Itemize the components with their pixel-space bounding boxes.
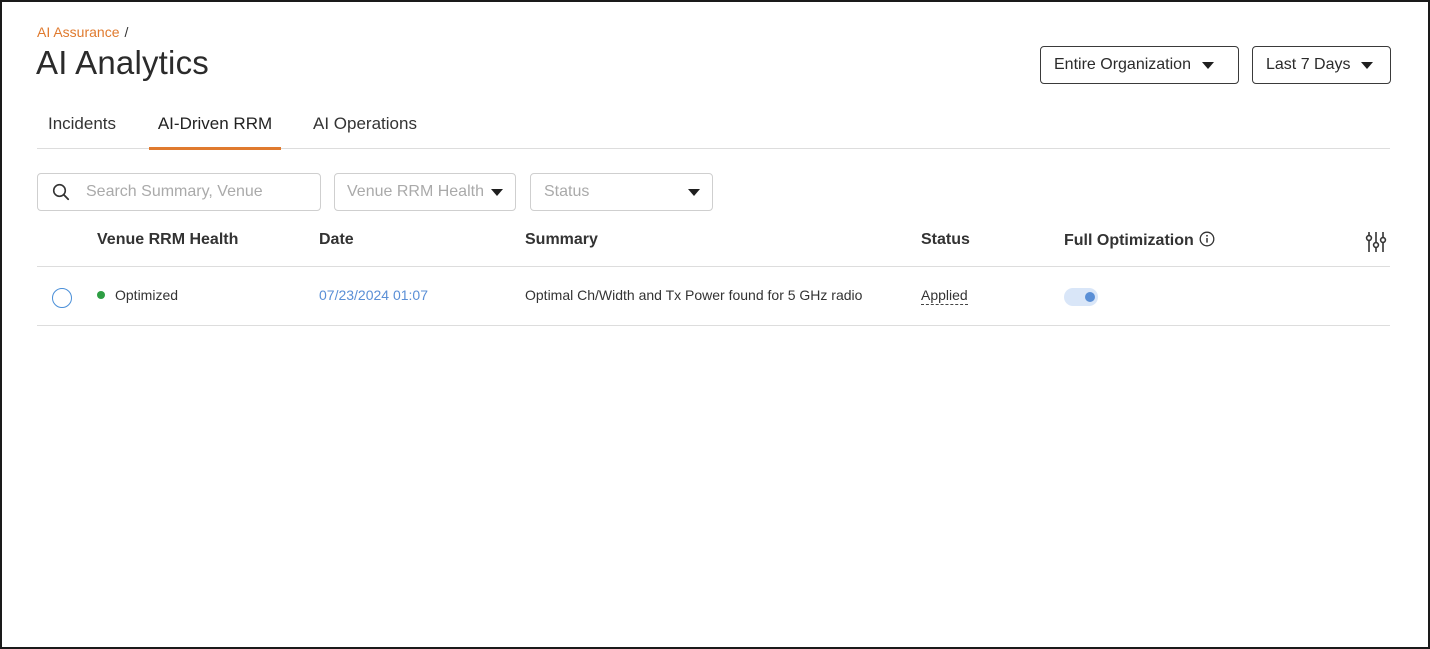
chevron-down-icon (688, 189, 700, 196)
column-header-status[interactable]: Status (921, 231, 970, 249)
column-header-date[interactable]: Date (319, 231, 354, 249)
column-header-summary[interactable]: Summary (525, 231, 598, 249)
breadcrumb-ai-assurance[interactable]: AI Assurance (37, 24, 120, 40)
column-header-venue-rrm-health[interactable]: Venue RRM Health (97, 231, 238, 249)
tab-incidents[interactable]: Incidents (37, 106, 127, 149)
table-row[interactable]: Optimized 07/23/2024 01:07 Optimal Ch/Wi… (37, 268, 1390, 326)
date-link[interactable]: 07/23/2024 01:07 (319, 287, 428, 303)
status-filter[interactable]: Status (530, 173, 713, 211)
column-header-full-optimization[interactable]: Full Optimization (1064, 231, 1215, 250)
info-icon[interactable] (1199, 231, 1215, 247)
optimized-status-dot (97, 291, 105, 299)
analytics-tabs: Incidents AI-Driven RRM AI Operations (37, 106, 1390, 150)
status-filter-placeholder: Status (544, 183, 590, 200)
full-optimization-toggle[interactable] (1064, 288, 1098, 306)
venue-rrm-health-filter-placeholder: Venue RRM Health (347, 183, 484, 200)
chevron-down-icon (1361, 61, 1374, 69)
chevron-down-icon (1201, 61, 1214, 69)
row-select-radio[interactable] (52, 288, 72, 308)
page-title: AI Analytics (36, 44, 209, 81)
date-range-selector[interactable]: Last 7 Days (1252, 46, 1391, 84)
breadcrumb: AI Assurance / (37, 23, 128, 41)
venue-rrm-health-filter[interactable]: Venue RRM Health (334, 173, 516, 211)
summary-cell: Optimal Ch/Width and Tx Power found for … (525, 287, 863, 303)
tab-ai-driven-rrm[interactable]: AI-Driven RRM (149, 106, 281, 150)
breadcrumb-separator: / (124, 24, 129, 40)
app-frame: AI Assurance / AI Analytics Entire Organi… (0, 0, 1430, 649)
full-optimization-label: Full Optimization (1064, 232, 1194, 249)
chevron-down-icon (491, 189, 503, 196)
settings-sliders-icon[interactable] (1364, 230, 1388, 254)
search-box (37, 173, 321, 211)
organization-selector[interactable]: Entire Organization (1040, 46, 1239, 84)
date-range-selector-label: Last 7 Days (1266, 56, 1351, 73)
venue-rrm-health-cell: Optimized (97, 287, 178, 303)
tab-ai-operations[interactable]: AI Operations (305, 106, 425, 149)
venue-rrm-health-value: Optimized (115, 287, 179, 303)
search-input[interactable] (84, 182, 304, 202)
organization-selector-label: Entire Organization (1054, 56, 1191, 73)
status-applied-tooltip-trigger[interactable]: Applied (921, 287, 968, 305)
table-header: Venue RRM Health Date Summary Status Ful… (37, 224, 1390, 267)
status-cell: Applied (921, 287, 968, 305)
search-icon (52, 183, 70, 201)
toggle-knob (1085, 292, 1095, 302)
